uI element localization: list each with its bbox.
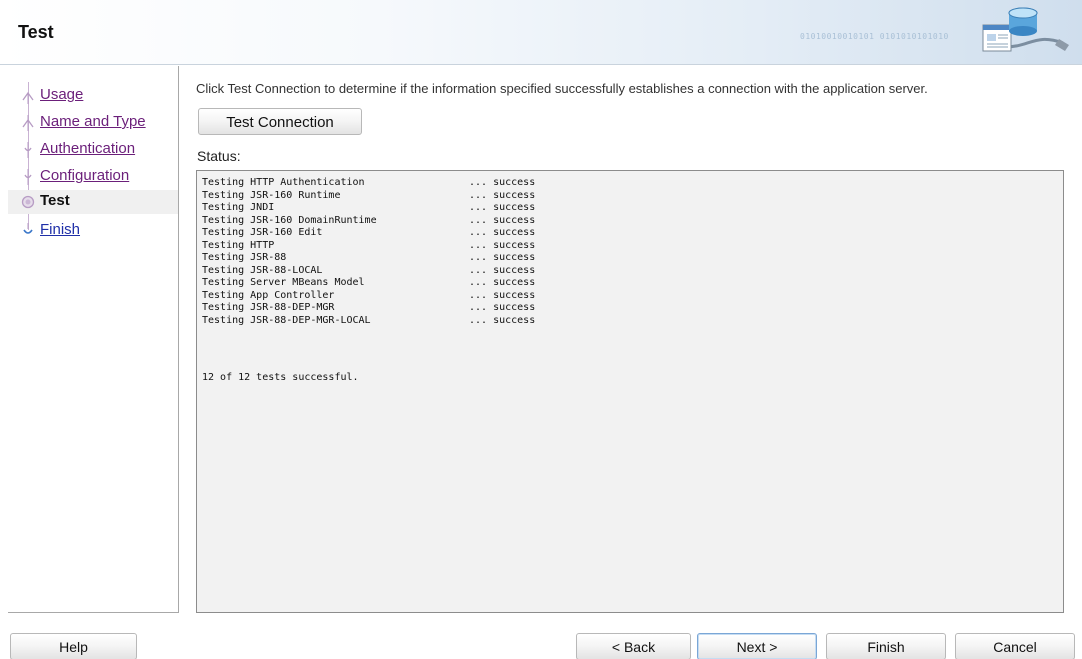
test-result: ... success — [469, 314, 536, 326]
server-database-connection-icon — [982, 7, 1069, 52]
test-result: ... success — [469, 264, 536, 276]
wizard-step-navigation: Usage Name and Type Authentication Confi… — [8, 66, 179, 613]
test-name: Testing JSR-160 DomainRuntime — [202, 214, 377, 226]
nav-step-authentication[interactable]: Authentication — [8, 138, 178, 162]
nav-step-label[interactable]: Name and Type — [40, 113, 146, 130]
header-binary-decoration: 01010010010101 0101010101010 — [800, 32, 949, 41]
test-result: ... success — [469, 302, 536, 313]
header-banner: Test 01010010010101 0101010101010 — [0, 0, 1082, 65]
current-step-circle-icon — [21, 195, 35, 209]
nav-step-usage[interactable]: Usage — [8, 84, 178, 108]
test-result: ... success — [469, 252, 536, 263]
cancel-button[interactable]: Cancel — [955, 633, 1075, 659]
test-name: Testing JSR-88-DEP-MGR-LOCAL — [202, 314, 371, 326]
test-summary: 12 of 12 tests successful. — [202, 372, 359, 383]
test-name: Testing JNDI — [202, 202, 275, 213]
help-button[interactable]: Help — [10, 633, 137, 659]
test-name: Testing App Controller — [202, 289, 335, 301]
nav-step-configuration[interactable]: Configuration — [8, 165, 178, 189]
test-result: ... success — [469, 227, 536, 238]
checkpoint-pin-icon — [22, 115, 34, 131]
test-name: Testing HTTP Authentication — [202, 177, 365, 188]
next-button[interactable]: Next > — [697, 633, 817, 659]
test-result: ... success — [469, 239, 536, 251]
test-name: Testing JSR-160 Edit — [202, 227, 323, 238]
back-button[interactable]: < Back — [576, 633, 691, 659]
test-name: Testing Server MBeans Model — [202, 277, 365, 288]
nav-step-label[interactable]: Authentication — [40, 140, 135, 157]
test-name: Testing JSR-88-LOCAL — [202, 264, 323, 276]
test-result: ... success — [469, 277, 536, 288]
test-name: Testing JSR-160 Runtime — [202, 189, 341, 201]
status-label: Status: — [197, 148, 241, 164]
nav-step-label: Test — [40, 192, 70, 209]
nav-step-test[interactable]: Test — [8, 190, 178, 214]
test-name: Testing JSR-88-DEP-MGR — [202, 302, 335, 313]
test-result: ... success — [469, 289, 536, 301]
test-name: Testing JSR-88 — [202, 252, 287, 263]
nav-step-finish[interactable]: Finish — [8, 219, 178, 243]
page-title: Test — [18, 22, 54, 42]
test-result: ... success — [469, 202, 536, 213]
test-result: ... success — [469, 214, 536, 226]
checkpoint-pin-icon — [22, 91, 34, 104]
test-result: ... success — [469, 189, 536, 201]
instructions-text: Click Test Connection to determine if th… — [196, 81, 928, 96]
status-output-area[interactable]: Testing HTTP Authentication ... success T… — [196, 170, 1064, 613]
nav-step-label[interactable]: Configuration — [40, 167, 129, 184]
checkpoint-pin-icon — [24, 142, 32, 158]
pending-step-pin-icon — [23, 223, 33, 234]
nav-step-name-and-type[interactable]: Name and Type — [8, 111, 178, 135]
finish-button[interactable]: Finish — [826, 633, 946, 659]
test-connection-button[interactable]: Test Connection — [198, 108, 362, 135]
test-result: ... success — [469, 177, 536, 188]
nav-step-label[interactable]: Usage — [40, 86, 83, 103]
nav-step-label[interactable]: Finish — [40, 221, 80, 238]
test-name: Testing HTTP — [202, 239, 275, 251]
checkpoint-pin-icon — [24, 169, 32, 185]
wizard-window: Test 01010010010101 0101010101010 Usage … — [0, 0, 1082, 659]
